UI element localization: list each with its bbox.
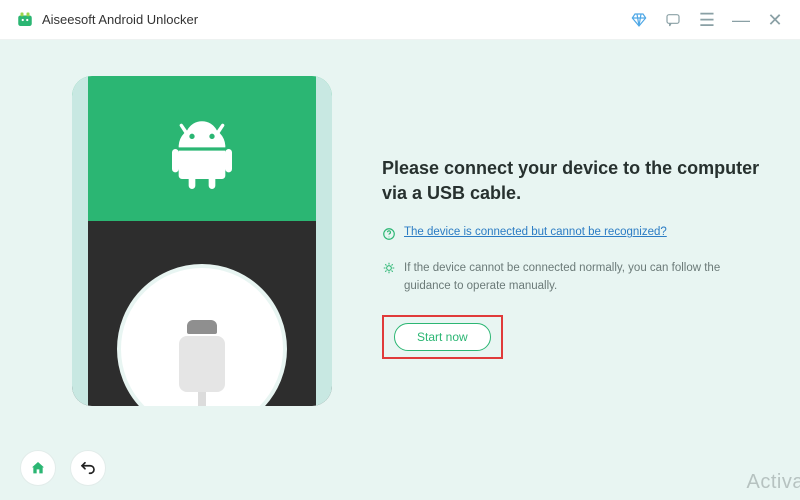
home-button[interactable] (20, 450, 56, 486)
gear-star-icon (382, 261, 396, 281)
close-icon[interactable]: ✕ (766, 11, 784, 29)
footer-controls (20, 450, 106, 486)
back-button[interactable] (70, 450, 106, 486)
android-icon (162, 109, 242, 189)
illus-frame-left (72, 76, 88, 406)
tip-row: If the device cannot be connected normal… (382, 260, 760, 295)
minimize-icon[interactable]: — (732, 11, 750, 29)
speech-bubble-icon[interactable] (664, 11, 682, 29)
main-area: Please connect your device to the comput… (0, 40, 800, 430)
titlebar: Aiseesoft Android Unlocker ☰ — ✕ (0, 0, 800, 40)
start-now-button[interactable]: Start now (394, 323, 491, 351)
start-highlight: Start now (382, 315, 503, 359)
app-title: Aiseesoft Android Unlocker (42, 12, 198, 27)
device-not-recognized-link[interactable]: The device is connected but cannot be re… (404, 226, 667, 238)
page-heading: Please connect your device to the comput… (382, 156, 760, 206)
gem-icon[interactable] (630, 11, 648, 29)
question-circle-icon (382, 227, 396, 244)
illus-frame-right (316, 76, 332, 406)
menu-icon[interactable]: ☰ (698, 11, 716, 29)
help-row: The device is connected but cannot be re… (382, 226, 760, 244)
window-controls: ☰ — ✕ (630, 11, 784, 29)
usb-plug-icon (177, 320, 227, 406)
tip-text: If the device cannot be connected normal… (404, 260, 760, 295)
device-illustration (72, 76, 332, 406)
content-panel: Please connect your device to the comput… (382, 76, 760, 359)
app-logo-icon (16, 11, 34, 29)
watermark: Activa (747, 471, 800, 494)
phone-screen (72, 76, 332, 221)
